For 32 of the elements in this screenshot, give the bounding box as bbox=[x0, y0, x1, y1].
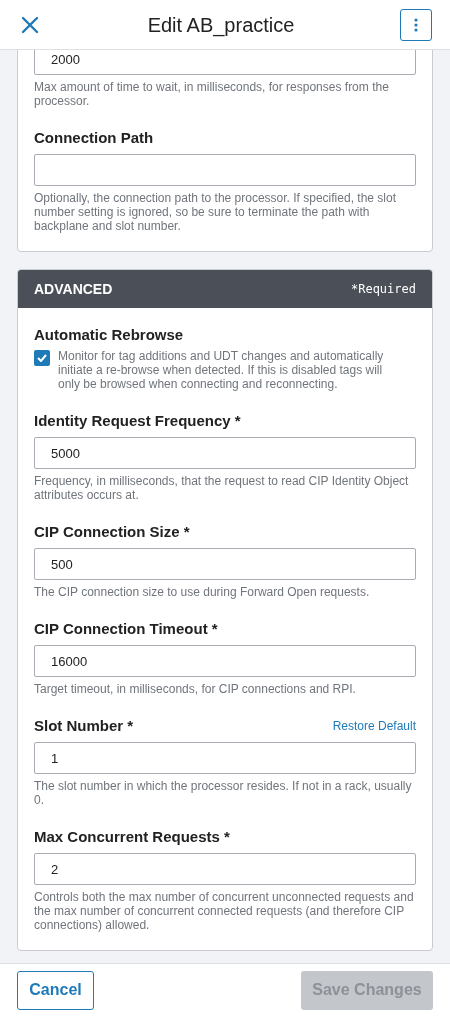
text-field[interactable]: 2000 bbox=[34, 50, 416, 75]
text-field[interactable]: 2 bbox=[34, 853, 416, 885]
field-label: Slot Number * bbox=[34, 716, 134, 736]
help-text: Optionally, the connection path to the processor. If specified, the slot number setting is ignored, so be sure to terminate the path with backplane and slot number. bbox=[34, 191, 397, 233]
help-text: The CIP connection size to use during Forward Open requests. bbox=[34, 585, 371, 599]
close-icon bbox=[21, 15, 39, 34]
field-label: Max Concurrent Requests * bbox=[34, 827, 230, 847]
check-icon bbox=[37, 354, 47, 362]
field-label: Connection Path bbox=[34, 128, 154, 148]
required-note: *Required bbox=[350, 281, 416, 298]
field-label: Automatic Rebrowse bbox=[34, 325, 184, 345]
field-label: CIP Connection Timeout * bbox=[34, 619, 218, 639]
section-title: ADVANCED bbox=[34, 279, 113, 299]
field-label: Identity Request Frequency * bbox=[34, 411, 241, 431]
text-field[interactable] bbox=[34, 154, 416, 186]
help-text: Target timeout, in milliseconds, for CIP connections and RPI. bbox=[34, 682, 357, 696]
text-field[interactable]: 5000 bbox=[34, 437, 416, 469]
help-text: Max amount of time to wait, in milliseconds, for responses from the processor. bbox=[34, 80, 390, 108]
text-field[interactable]: 1 bbox=[34, 742, 416, 774]
help-text: Monitor for tag additions and UDT changes and automatically initiate a re-browse when detected. If this is disabled tags will only be browsed when connecting and reconnecting. bbox=[58, 349, 385, 391]
help-text: Frequency, in milliseconds, that the request to read CIP Identity Object attributes occurs at. bbox=[34, 474, 410, 502]
page-title: Edit AB_practice bbox=[146, 12, 296, 39]
restore-default-link[interactable]: Restore Default bbox=[332, 717, 416, 735]
help-text: Controls both the max number of concurrent unconnected requests and the max number of concurrent connected requests (and therefore CIP connections) allowed. bbox=[34, 890, 415, 932]
text-field[interactable]: 16000 bbox=[34, 645, 416, 677]
help-text: The slot number in which the processor resides. If not in a rack, usually 0. bbox=[34, 779, 413, 807]
more-icon bbox=[414, 17, 418, 32]
cancel-button[interactable]: Cancel bbox=[17, 970, 94, 1010]
more-button[interactable] bbox=[400, 8, 432, 41]
field-label: CIP Connection Size * bbox=[34, 522, 190, 542]
checkbox[interactable] bbox=[34, 350, 50, 366]
text-field[interactable]: 500 bbox=[34, 548, 416, 580]
